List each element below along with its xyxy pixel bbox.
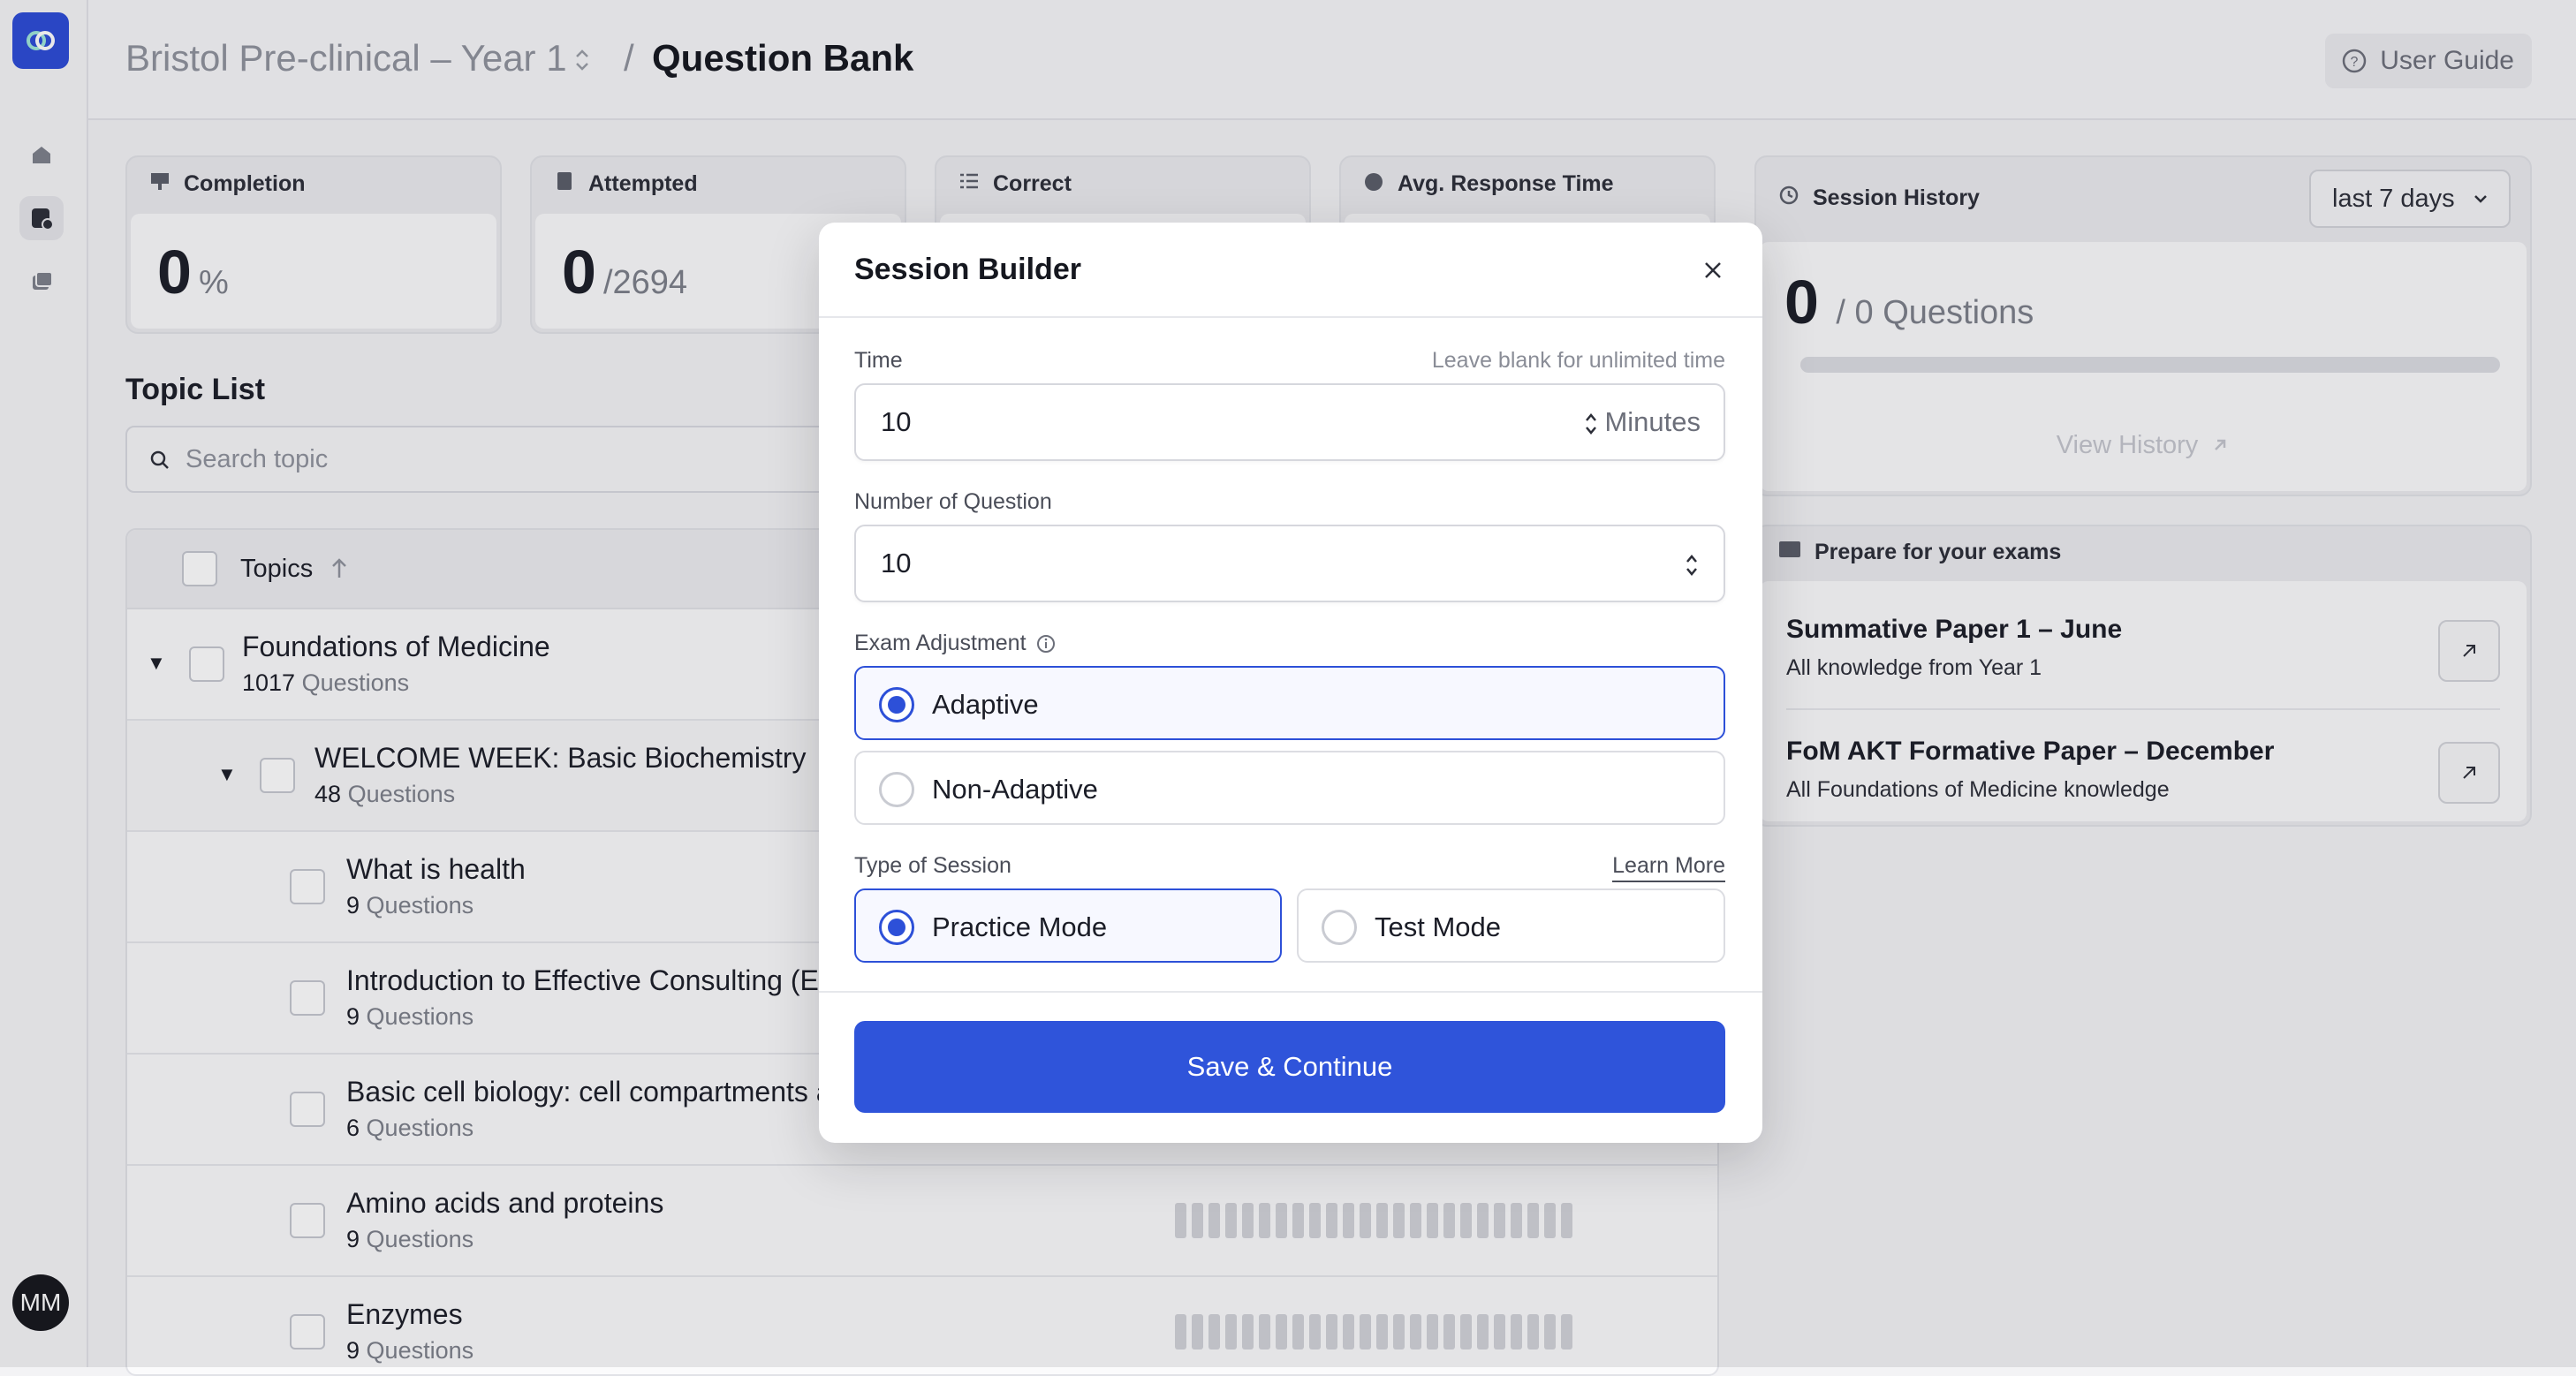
practice-mode-radio[interactable] xyxy=(879,910,914,945)
non-adaptive-label: Non-Adaptive xyxy=(932,774,1098,805)
spinner-icon[interactable] xyxy=(1582,410,1600,438)
time-unit: Minutes xyxy=(1604,406,1701,437)
close-icon xyxy=(1705,262,1721,278)
number-of-question-value: 10 xyxy=(881,548,912,578)
time-label: Time xyxy=(854,348,903,373)
adaptive-option[interactable]: Adaptive xyxy=(854,666,1725,740)
number-of-question-input[interactable]: 10 xyxy=(854,525,1725,602)
learn-more-link[interactable]: Learn More xyxy=(1612,853,1725,882)
save-continue-button[interactable]: Save & Continue xyxy=(854,1021,1725,1113)
exam-adjustment-label: Exam Adjustment xyxy=(854,631,1027,655)
test-mode-label: Test Mode xyxy=(1375,911,1502,942)
number-of-question-label: Number of Question xyxy=(854,489,1052,514)
modal-title: Session Builder xyxy=(854,253,1081,286)
time-input[interactable]: 10 Minutes xyxy=(854,383,1725,461)
session-builder-modal: Session Builder Time Leave blank for unl… xyxy=(819,223,1762,1143)
modal-divider xyxy=(819,991,1762,993)
test-mode-radio[interactable] xyxy=(1322,910,1357,945)
time-value: 10 xyxy=(881,406,912,437)
practice-mode-option[interactable]: Practice Mode xyxy=(854,888,1282,963)
adaptive-label: Adaptive xyxy=(932,689,1039,720)
time-hint: Leave blank for unlimited time xyxy=(1431,348,1725,373)
modal-header: Session Builder xyxy=(819,223,1762,318)
test-mode-option[interactable]: Test Mode xyxy=(1297,888,1725,963)
non-adaptive-radio[interactable] xyxy=(879,772,914,807)
info-icon[interactable] xyxy=(1035,633,1057,654)
close-button[interactable] xyxy=(1695,253,1731,288)
spinner-icon[interactable] xyxy=(1683,551,1701,579)
practice-mode-label: Practice Mode xyxy=(932,911,1108,942)
type-of-session-label: Type of Session xyxy=(854,853,1011,878)
exam-adjustment-heading: Exam Adjustment xyxy=(854,631,1057,656)
adaptive-radio[interactable] xyxy=(879,687,914,722)
non-adaptive-option[interactable]: Non-Adaptive xyxy=(854,751,1725,825)
